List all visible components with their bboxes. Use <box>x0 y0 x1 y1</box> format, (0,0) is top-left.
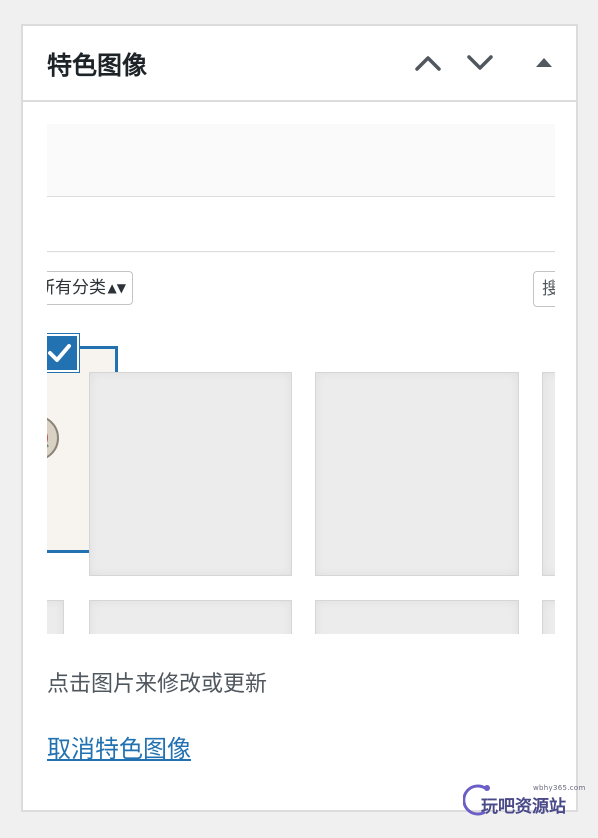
media-thumbnail[interactable] <box>47 600 64 634</box>
watermark-name: 玩吧资源站 <box>481 797 566 817</box>
toggle-panel-button[interactable] <box>527 46 561 80</box>
preview-tab-area <box>47 196 555 252</box>
media-thumbnail[interactable] <box>542 372 555 576</box>
category-filter-select[interactable]: 所有分类 ▲▼ <box>47 271 133 305</box>
triangle-up-icon <box>536 58 552 67</box>
select-arrows-icon: ▲▼ <box>107 281 126 295</box>
media-thumbnail[interactable] <box>89 600 292 634</box>
media-thumbnail[interactable] <box>315 600 519 634</box>
media-thumbnail[interactable] <box>89 372 292 576</box>
chevron-up-icon <box>415 56 441 71</box>
watermark-logo: wbhy365.com 玩吧资源站 <box>463 778 586 818</box>
panel-title: 特色图像 <box>47 51 148 80</box>
checkmark-icon <box>48 344 71 362</box>
media-thumbnail[interactable] <box>315 372 519 576</box>
featured-image-panel: 特色图像 所有分类 ▲▼ 搜 <box>21 24 585 817</box>
remove-featured-image-link[interactable]: 取消特色图像 <box>47 729 191 764</box>
selected-checkmark[interactable] <box>47 334 79 372</box>
media-thumbnail[interactable] <box>542 600 555 634</box>
help-text: 点击图片来修改或更新 <box>47 672 268 697</box>
category-filter-label: 所有分类 <box>47 278 106 298</box>
move-down-button[interactable] <box>463 46 497 80</box>
panel-header: 特色图像 <box>23 26 576 102</box>
watermark-domain: wbhy365.com <box>533 784 586 792</box>
move-up-button[interactable] <box>411 46 445 80</box>
media-library-preview[interactable]: 所有分类 ▲▼ 搜 <box>47 124 555 634</box>
media-search-input[interactable]: 搜 <box>533 271 555 307</box>
media-search-label: 搜 <box>542 279 555 299</box>
chevron-down-icon <box>467 55 493 70</box>
